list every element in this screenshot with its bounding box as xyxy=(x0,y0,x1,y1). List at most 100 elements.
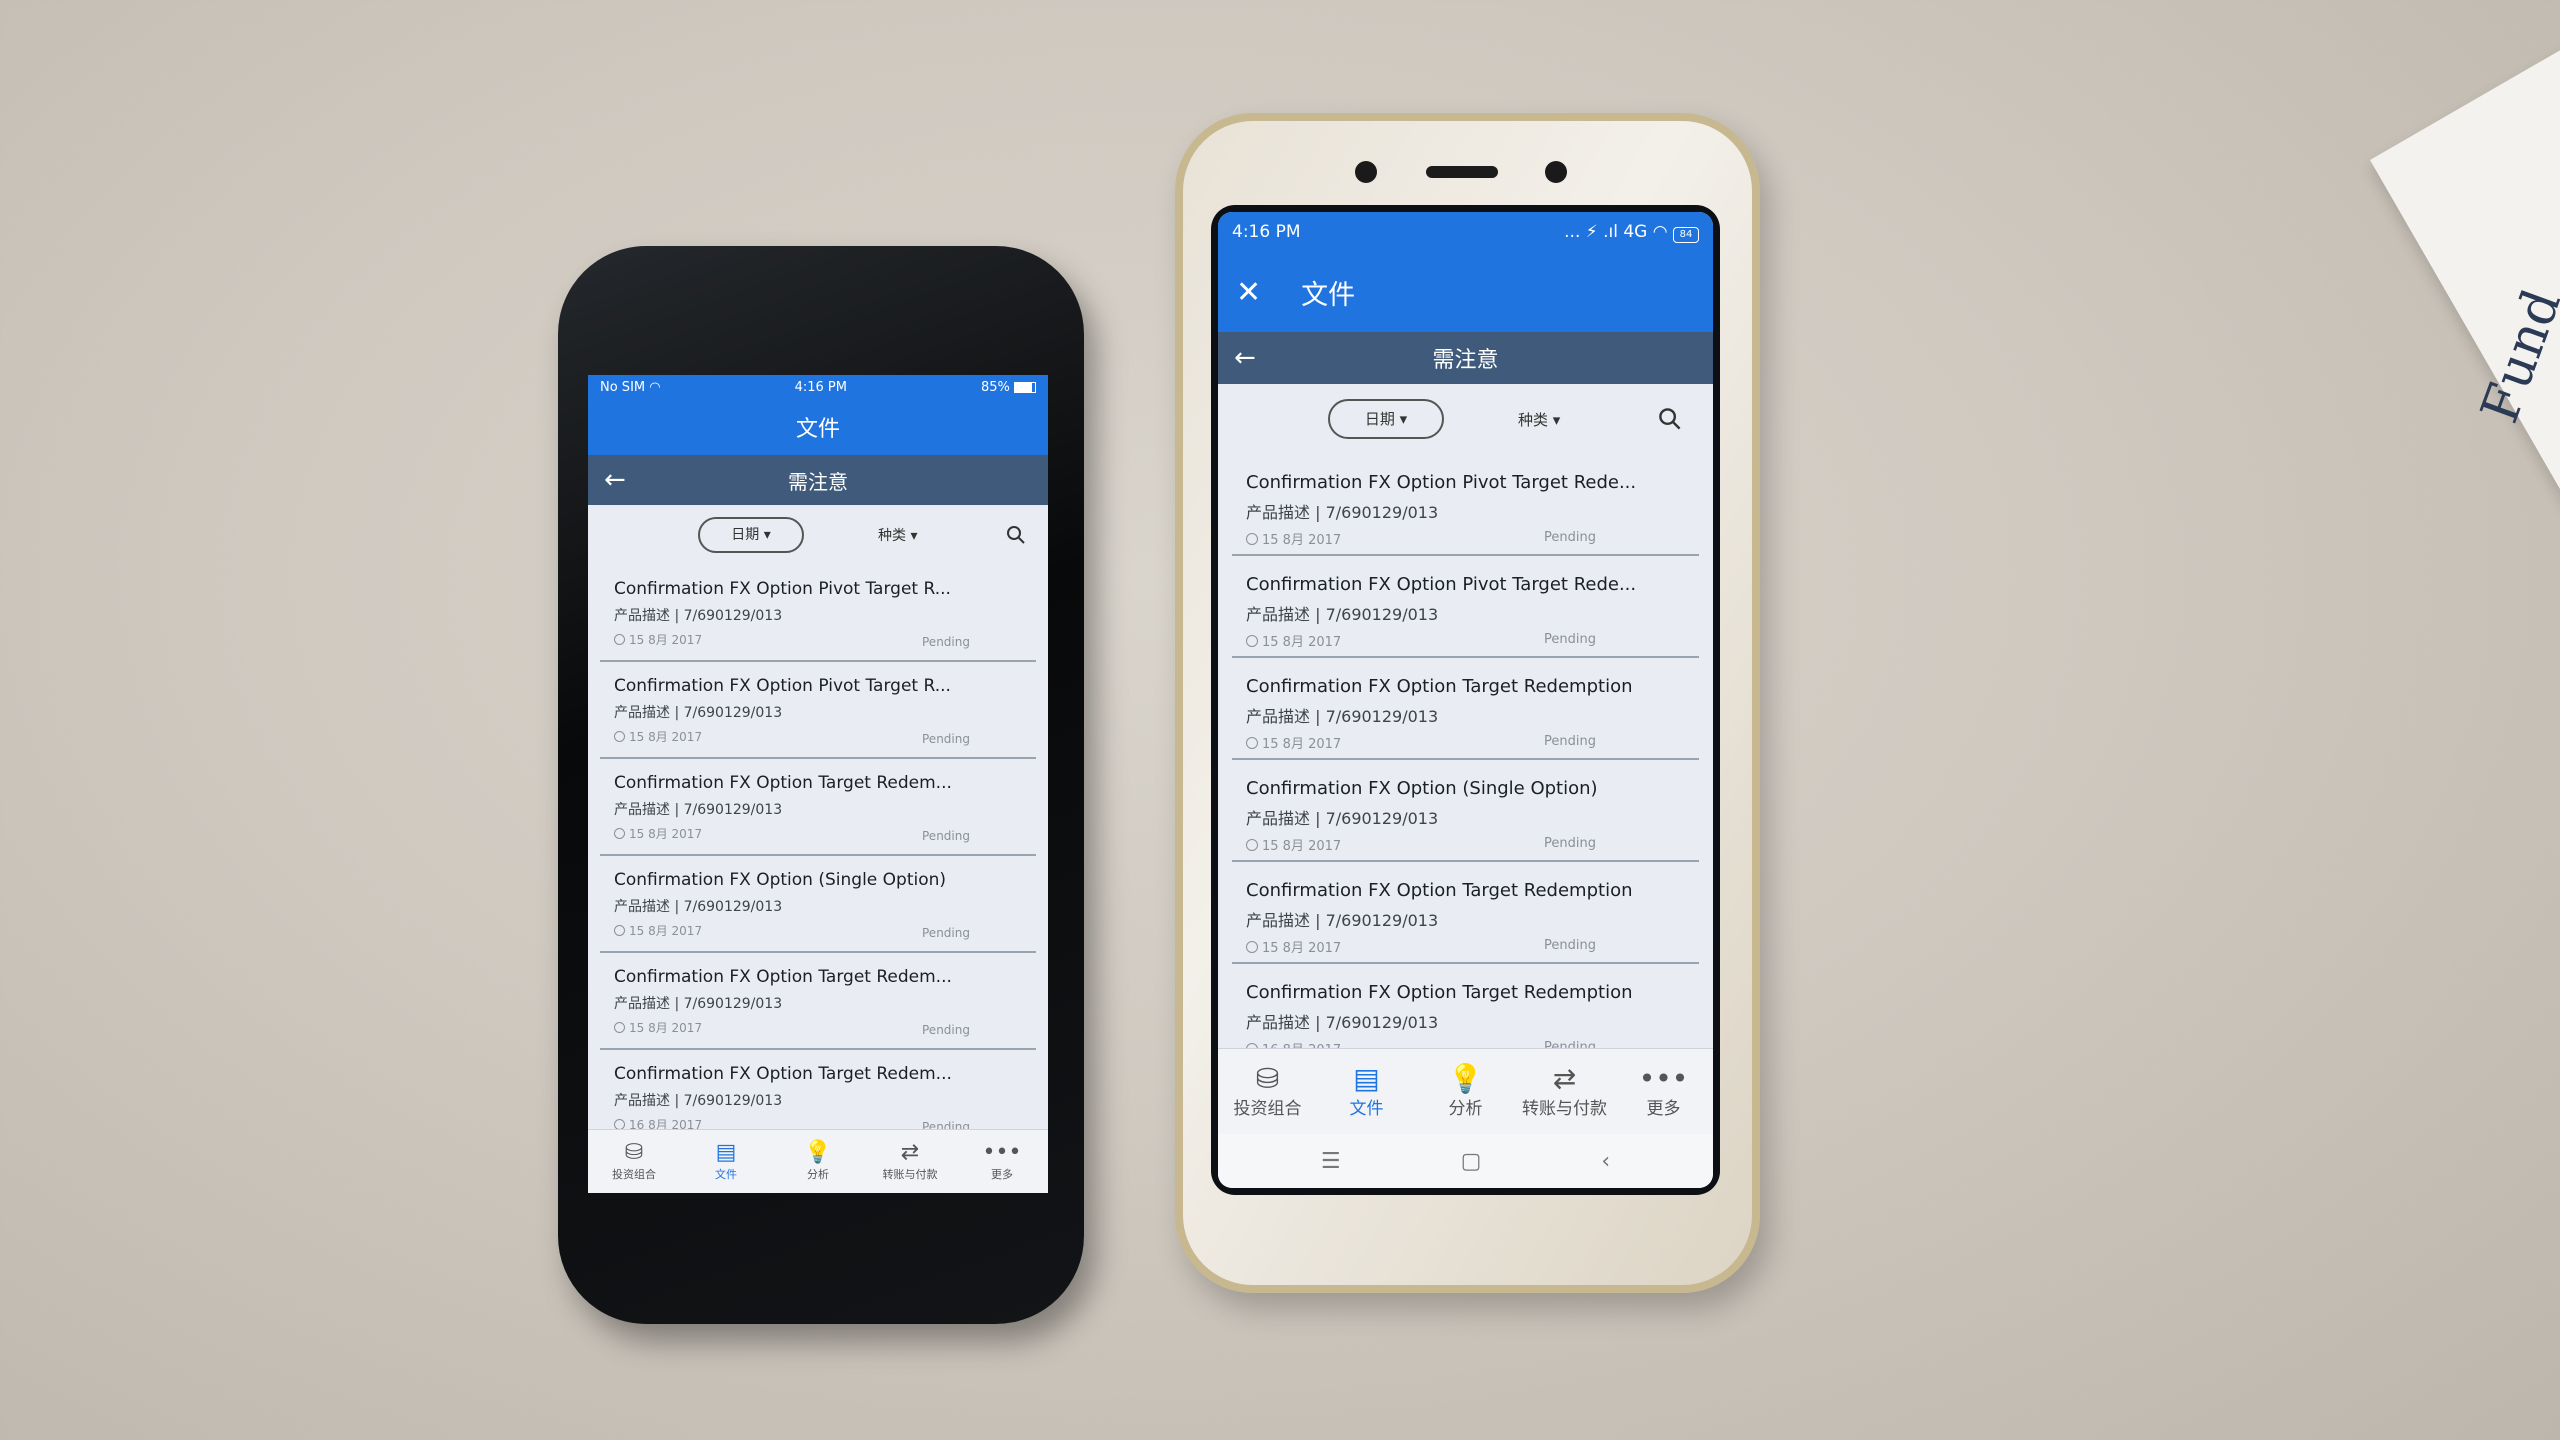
front-camera xyxy=(1355,161,1377,183)
document-title: Confirmation FX Option Target Redemption xyxy=(1246,676,1633,697)
document-date: 15 8月 2017 xyxy=(1246,529,1687,548)
page-title-bar: 文件 xyxy=(588,399,1048,455)
document-description: 产品描述 | 7/690129/013 xyxy=(614,802,783,818)
document-list-item[interactable]: Confirmation FX Option Pivot Target Rede… xyxy=(1232,454,1699,556)
menu-key-icon[interactable]: ☰ xyxy=(1321,1149,1341,1174)
battery-icon xyxy=(1013,381,1036,393)
search-icon[interactable] xyxy=(1658,407,1682,431)
status-label: Pending xyxy=(922,732,970,746)
document-description: 产品描述 | 7/690129/013 xyxy=(1246,503,1439,522)
document-list-item[interactable]: Confirmation FX Option Pivot Target R...… xyxy=(600,565,1036,662)
document-list-item[interactable]: Confirmation FX Option Pivot Target Rede… xyxy=(1232,556,1699,658)
tab-portfolio[interactable]: ⛁ 投资组合 xyxy=(1218,1049,1317,1134)
tab-label: 更多 xyxy=(1646,1099,1681,1120)
document-list-item[interactable]: Confirmation FX Option Target Redemption… xyxy=(1232,658,1699,760)
tab-documents[interactable]: ▤ 文件 xyxy=(680,1130,772,1193)
clock-icon xyxy=(614,828,625,839)
clock-icon xyxy=(1246,940,1258,953)
document-date: 15 8月 2017 xyxy=(1246,835,1687,854)
status-label: Pending xyxy=(1544,734,1596,749)
back-key-icon[interactable]: ‹ xyxy=(1601,1149,1610,1174)
status-indicators: ... ⚡ .ıl 4G ◠ 84 xyxy=(1564,222,1699,243)
tab-transfers[interactable]: ⇄ 转账与付款 xyxy=(864,1130,956,1193)
filter-bar: 日期 ▾ 种类 ▾ xyxy=(1218,384,1713,454)
lightbulb-icon: 💡 xyxy=(1448,1061,1483,1095)
tab-label: 转账与付款 xyxy=(1522,1099,1607,1120)
tab-more[interactable]: ••• 更多 xyxy=(1614,1049,1713,1134)
status-label: Pending xyxy=(1544,530,1596,545)
date-text: 15 8月 2017 xyxy=(1262,737,1342,752)
document-icon: ▤ xyxy=(715,1140,737,1166)
status-label: Pending xyxy=(922,926,970,940)
more-icon: ••• xyxy=(982,1140,1022,1166)
status-label: Pending xyxy=(1544,836,1596,851)
tab-documents[interactable]: ▤ 文件 xyxy=(1317,1049,1416,1134)
clock-icon xyxy=(1246,634,1258,647)
document-description: 产品描述 | 7/690129/013 xyxy=(1246,605,1439,624)
status-label: Pending xyxy=(922,1023,970,1037)
lightbulb-icon: 💡 xyxy=(804,1140,832,1166)
document-list-item[interactable]: Confirmation FX Option Target Redem... 产品… xyxy=(600,953,1036,1050)
date-filter-button[interactable]: 日期 ▾ xyxy=(698,517,804,553)
section-header: ← 需注意 xyxy=(588,455,1048,505)
type-filter-button[interactable]: 种类 ▾ xyxy=(878,525,917,545)
document-list-item[interactable]: Confirmation FX Option (Single Option) 产品… xyxy=(600,856,1036,953)
bottom-tab-bar: ⛁ 投资组合 ▤ 文件 💡 分析 ⇄ 转账与付款 ••• 更多 xyxy=(1218,1048,1713,1134)
tab-label: 文件 xyxy=(1349,1099,1384,1120)
document-list-item[interactable]: Confirmation FX Option (Single Option) 产品… xyxy=(1232,760,1699,862)
date-text: 15 8月 2017 xyxy=(1262,839,1342,854)
document-list: Confirmation FX Option Pivot Target Rede… xyxy=(1218,454,1713,1066)
date-text: 15 8月 2017 xyxy=(629,924,703,938)
tab-transfers[interactable]: ⇄ 转账与付款 xyxy=(1515,1049,1614,1134)
date-filter-button[interactable]: 日期 ▾ xyxy=(1328,399,1444,439)
home-key-icon[interactable]: ▢ xyxy=(1461,1149,1482,1174)
type-filter-button[interactable]: 种类 ▾ xyxy=(1518,409,1560,430)
tab-portfolio[interactable]: ⛁ 投资组合 xyxy=(588,1130,680,1193)
status-bar: No SIM ◠ 4:16 PM 85% xyxy=(588,375,1048,399)
clock-icon xyxy=(614,1022,625,1033)
wifi-icon: ◠ xyxy=(649,379,661,395)
status-bar: 4:16 PM ... ⚡ .ıl 4G ◠ 84 xyxy=(1218,212,1713,252)
more-icon: ••• xyxy=(1638,1061,1689,1095)
proximity-sensor xyxy=(1545,161,1567,183)
document-description: 产品描述 | 7/690129/013 xyxy=(614,1093,783,1109)
document-date: 15 8月 2017 xyxy=(1246,733,1687,752)
tab-analysis[interactable]: 💡 分析 xyxy=(772,1130,864,1193)
earpiece-speaker xyxy=(1426,166,1498,178)
tab-label: 分析 xyxy=(807,1167,829,1181)
page-title: 文件 xyxy=(795,417,840,442)
tab-label: 更多 xyxy=(991,1167,1013,1181)
bottom-tab-bar: ⛁ 投资组合 ▤ 文件 💡 分析 ⇄ 转账与付款 ••• 更多 xyxy=(588,1129,1048,1193)
document-title: Confirmation FX Option Target Redemption xyxy=(1246,982,1633,1003)
battery-icon: 84 xyxy=(1673,226,1699,243)
android-screen: 4:16 PM ... ⚡ .ıl 4G ◠ 84 ✕ 文件 ← 需注意 日期 … xyxy=(1218,212,1713,1188)
search-icon[interactable] xyxy=(1006,525,1026,545)
tab-label: 投资组合 xyxy=(1233,1099,1302,1120)
document-list-item[interactable]: Confirmation FX Option Target Redem... 产品… xyxy=(600,759,1036,856)
date-text: 15 8月 2017 xyxy=(629,827,703,841)
document-list-item[interactable]: Confirmation FX Option Target Redemption… xyxy=(1232,862,1699,964)
document-description: 产品描述 | 7/690129/013 xyxy=(614,899,783,915)
page-title-bar: ✕ 文件 xyxy=(1218,252,1713,332)
document-list-item[interactable]: Confirmation FX Option Pivot Target R...… xyxy=(600,662,1036,759)
date-text: 15 8月 2017 xyxy=(1262,941,1342,956)
back-arrow-icon[interactable]: ← xyxy=(604,465,626,495)
carrier-label: No SIM ◠ xyxy=(600,379,661,395)
document-title: Confirmation FX Option (Single Option) xyxy=(614,870,947,890)
tab-label: 转账与付款 xyxy=(882,1167,938,1181)
clock-icon xyxy=(1246,736,1258,749)
document-description: 产品描述 | 7/690129/013 xyxy=(1246,911,1439,930)
wifi-icon: ◠ xyxy=(1652,221,1668,242)
back-arrow-icon[interactable]: ← xyxy=(1234,343,1256,373)
system-nav-bar: ☰ ▢ ‹ xyxy=(1218,1134,1713,1188)
document-description: 产品描述 | 7/690129/013 xyxy=(1246,707,1439,726)
iphone-screen: No SIM ◠ 4:16 PM 85% 文件 ← 需注意 日期 ▾ 种类 ▾ … xyxy=(588,375,1048,1193)
transfer-icon: ⇄ xyxy=(1552,1061,1577,1095)
tab-more[interactable]: ••• 更多 xyxy=(956,1130,1048,1193)
document-description: 产品描述 | 7/690129/013 xyxy=(614,608,783,624)
tab-analysis[interactable]: 💡 分析 xyxy=(1416,1049,1515,1134)
document-title: Confirmation FX Option Target Redemption xyxy=(1246,880,1633,901)
document-date: 15 8月 2017 xyxy=(1246,631,1687,650)
status-label: Pending xyxy=(922,829,970,843)
close-icon[interactable]: ✕ xyxy=(1236,275,1261,310)
